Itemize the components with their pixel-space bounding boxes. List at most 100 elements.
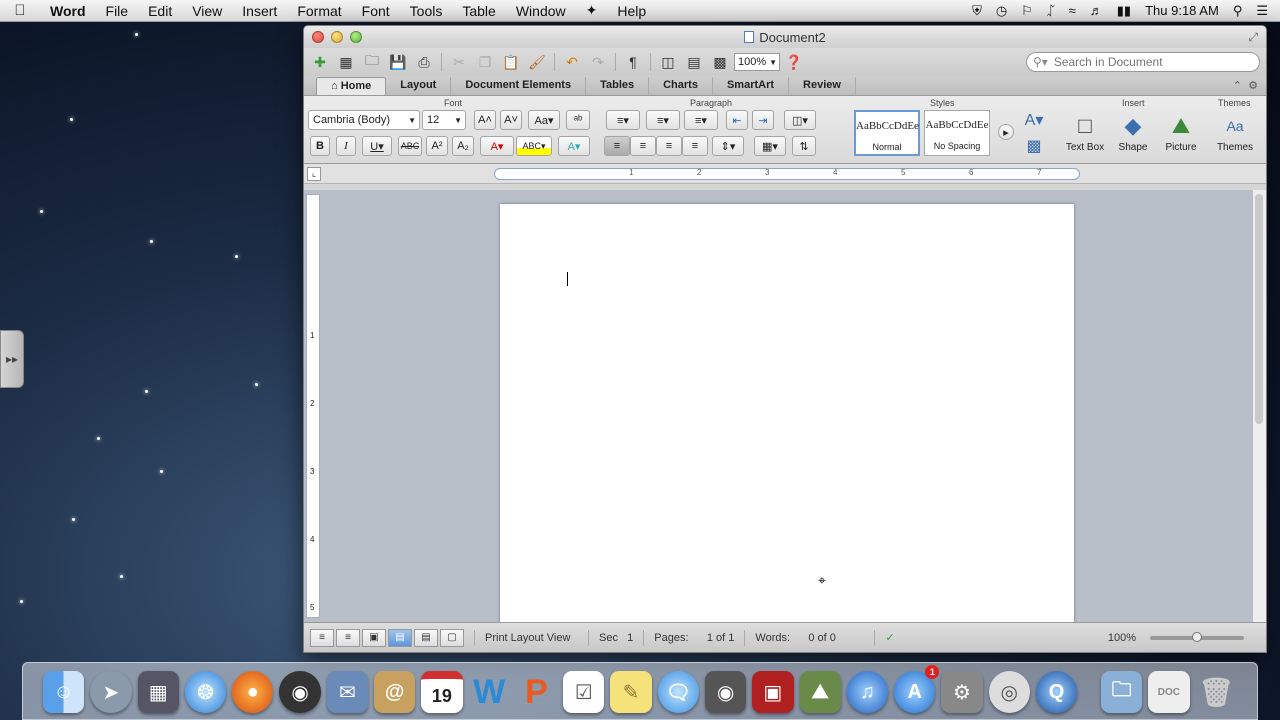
menubar-clock[interactable]: Thu 9:18 AM (1145, 3, 1219, 18)
ribbon-settings-icon[interactable]: ⚙ (1248, 80, 1258, 92)
tab-review[interactable]: Review (789, 77, 856, 95)
bullets-button[interactable]: ≡▾ (606, 110, 640, 130)
font-color-button[interactable]: A▾ (480, 136, 514, 156)
publishing-view-button[interactable]: ▣ (362, 628, 386, 647)
horizontal-ruler[interactable]: 1 2 3 4 5 6 7 (494, 168, 1080, 180)
applications-folder-icon[interactable]: 🗀 (1100, 671, 1143, 713)
menu-format[interactable]: Format (287, 3, 351, 19)
change-case-button[interactable]: Aa▾ (528, 110, 560, 130)
subscript-button[interactable]: A₂ (452, 136, 474, 156)
columns-button[interactable]: ◫▾ (784, 110, 816, 130)
font-size-select[interactable]: 12 ▼ (422, 110, 466, 130)
focus-view-button[interactable]: ▢ (440, 628, 464, 647)
notebook-view-button[interactable]: ▤ (414, 628, 438, 647)
powerpoint-icon[interactable]: P (516, 671, 557, 713)
contacts-icon[interactable]: @ (373, 671, 416, 713)
menu-insert[interactable]: Insert (232, 3, 287, 19)
shield-icon[interactable]: ⛨ (972, 3, 982, 19)
align-center-button[interactable]: ≡ (630, 136, 656, 156)
search-in-document[interactable]: ⚲▾ (1026, 52, 1260, 72)
document-page[interactable] (500, 204, 1074, 624)
words-indicator[interactable]: Words: 0 of 0 (744, 629, 874, 646)
facetime-icon[interactable]: ◉ (704, 671, 747, 713)
undo-icon[interactable]: ↶ (560, 51, 584, 73)
script-menu-icon[interactable]: ✦ (576, 2, 608, 19)
text-effects-button[interactable]: A▾ (558, 136, 590, 156)
bluetooth-icon[interactable]: ᛢ (1047, 3, 1055, 18)
dvd-player-icon[interactable]: ◎ (988, 671, 1030, 713)
pages-indicator[interactable]: Pages: 1 of 1 (643, 629, 744, 646)
decrease-indent-button[interactable]: ⇤ (726, 110, 748, 130)
numbering-button[interactable]: ≡▾ (646, 110, 680, 130)
borders-button[interactable]: ▦▾ (754, 136, 786, 156)
tab-home[interactable]: ⌂ Home (316, 77, 387, 95)
format-painter-icon[interactable]: 🖌 (525, 51, 549, 73)
text-box-button[interactable]: □ Text Box (1062, 110, 1108, 153)
launchpad-icon[interactable]: ➤ (90, 671, 132, 713)
document-area[interactable]: 1 2 3 4 5 (304, 190, 1266, 624)
mail-icon[interactable]: ✉ (326, 671, 368, 713)
search-input[interactable] (1053, 55, 1234, 69)
word-icon[interactable]: W (469, 671, 510, 713)
finder-icon[interactable]: ☺ (43, 671, 85, 713)
zoom-select[interactable]: 100% ▼ (734, 53, 780, 71)
menu-font[interactable]: Font (352, 3, 400, 19)
italic-button[interactable]: I (336, 136, 356, 156)
menu-app-name[interactable]: Word (40, 3, 96, 19)
app-store-icon[interactable]: A1 (894, 665, 940, 713)
quicktime-icon[interactable]: Q (1035, 671, 1078, 713)
styles-next-button[interactable]: ▸ (998, 124, 1014, 140)
apple-menu-icon[interactable]:  (0, 2, 40, 19)
tab-smartart[interactable]: SmartArt (713, 77, 790, 95)
photo-booth-icon[interactable]: ▣ (752, 671, 794, 713)
open-folder-icon[interactable]: 🗀 (360, 51, 384, 73)
outline-view-button[interactable]: ≡ (336, 628, 360, 647)
volume-icon[interactable]: ♬ (1090, 3, 1103, 18)
align-left-button[interactable]: ≡ (604, 136, 630, 156)
dashboard-icon[interactable]: ◉ (279, 671, 321, 713)
tab-tables[interactable]: Tables (586, 77, 650, 95)
shrink-font-button[interactable]: A˅ (500, 110, 522, 130)
tab-document-elements[interactable]: Document Elements (451, 77, 587, 95)
increase-indent-button[interactable]: ⇥ (752, 110, 774, 130)
collapse-ribbon-icon[interactable]: ⌃ (1233, 80, 1242, 92)
firefox-icon[interactable]: ● (232, 671, 274, 713)
bold-button[interactable]: B (310, 136, 330, 156)
style-no-spacing[interactable]: AaBbCcDdEe No Spacing (924, 110, 990, 156)
mission-control-icon[interactable]: ▦ (137, 671, 179, 713)
tab-layout[interactable]: Layout (386, 77, 452, 95)
sidebar-drawer-handle[interactable]: ▸▸ (0, 330, 24, 388)
cut-icon[interactable]: ✂ (447, 51, 471, 73)
wifi-icon[interactable]: ≈ (1069, 3, 1076, 18)
new-document-icon[interactable]: ✚ (308, 51, 332, 73)
zoom-slider[interactable] (1150, 631, 1244, 642)
multilevel-list-button[interactable]: ≡▾ (684, 110, 718, 130)
highlight-button[interactable]: ABC▾ (516, 136, 552, 156)
documents-stack-icon[interactable]: DOC (1148, 671, 1190, 713)
menu-view[interactable]: View (182, 3, 232, 19)
vertical-scrollbar[interactable] (1252, 190, 1266, 622)
paste-icon[interactable]: 📋 (499, 51, 523, 73)
show-formatting-icon[interactable]: ¶ (621, 51, 645, 73)
tab-stop-selector[interactable]: ⌞ (307, 167, 321, 181)
styles-pane-icon[interactable]: ▩ (1022, 136, 1046, 156)
superscript-button[interactable]: A² (426, 136, 448, 156)
menu-window[interactable]: Window (506, 3, 576, 19)
help-icon[interactable]: ❓ (782, 51, 806, 73)
toolbox-icon[interactable]: ▤ (682, 51, 706, 73)
font-name-select[interactable]: Cambria (Body) ▼ (308, 110, 420, 130)
themes-button[interactable]: Aa Themes (1212, 110, 1258, 153)
notes-icon[interactable]: ✎ (610, 671, 652, 713)
calendar-icon[interactable]: 19 (421, 671, 463, 713)
strikethrough-button[interactable]: ABC (398, 136, 422, 156)
print-icon[interactable]: ⎙ (412, 51, 436, 73)
safari-icon[interactable]: ❂ (184, 671, 227, 713)
battery-icon[interactable]: ▮▮ (1117, 3, 1131, 19)
tab-charts[interactable]: Charts (649, 77, 713, 95)
sort-button[interactable]: ⇅ (792, 136, 816, 156)
fullscreen-icon[interactable]: ⤢ (1248, 30, 1258, 45)
underline-button[interactable]: U▾ (362, 136, 392, 156)
shape-button[interactable]: ◆ Shape (1110, 110, 1156, 153)
redo-icon[interactable]: ↷ (586, 51, 610, 73)
spotlight-search-icon[interactable]: ⚲ (1233, 3, 1243, 19)
